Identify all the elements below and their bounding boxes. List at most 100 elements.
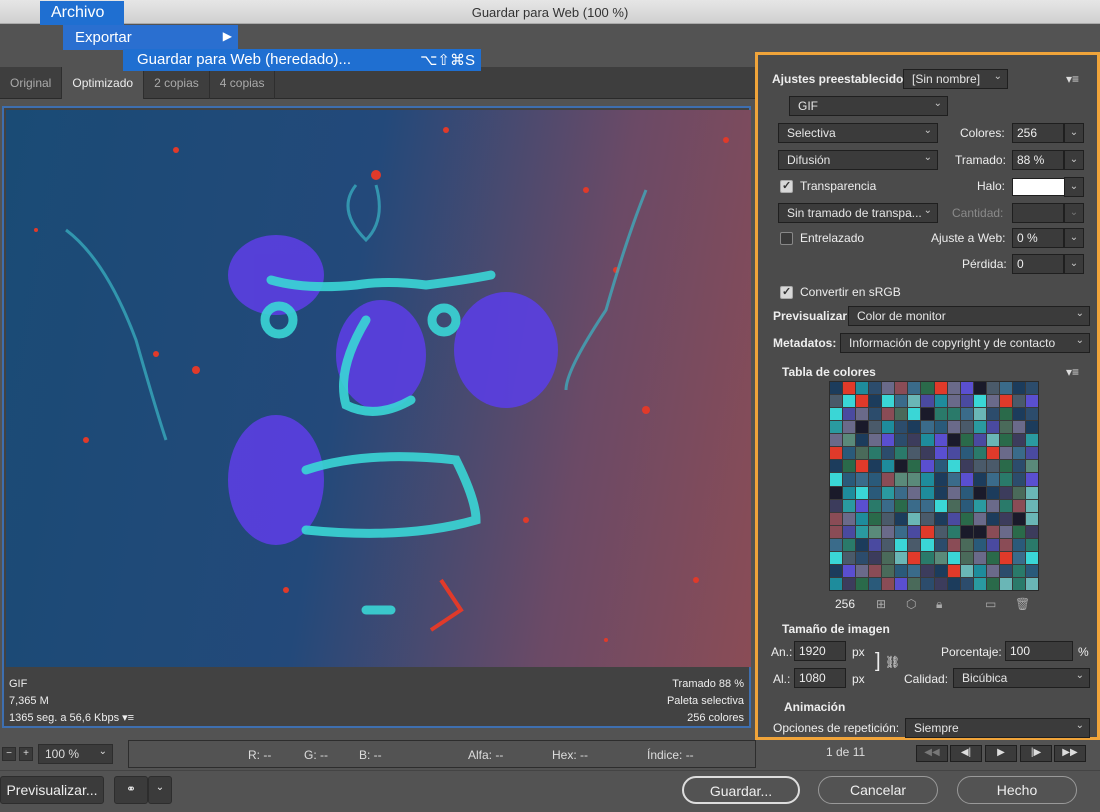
color-swatch[interactable]	[869, 486, 882, 499]
color-swatch[interactable]	[973, 499, 986, 512]
color-swatch[interactable]	[934, 512, 947, 525]
menu-icon[interactable]: ▾≡	[122, 712, 134, 724]
color-swatch[interactable]	[947, 525, 960, 538]
color-swatch[interactable]	[856, 421, 869, 434]
matte-chevron-icon[interactable]: ⌄	[1064, 177, 1084, 197]
color-swatch[interactable]	[960, 421, 973, 434]
color-swatch[interactable]	[869, 460, 882, 473]
play-icon[interactable]: ▶	[985, 745, 1017, 762]
color-swatch[interactable]	[908, 499, 921, 512]
color-swatch[interactable]	[1025, 460, 1038, 473]
menu-archivo[interactable]: Archivo	[40, 1, 124, 25]
color-swatch[interactable]	[973, 486, 986, 499]
color-swatch[interactable]	[986, 525, 999, 538]
color-swatch[interactable]	[1012, 395, 1025, 408]
color-swatch[interactable]	[973, 408, 986, 421]
percent-field[interactable]: 100	[1005, 641, 1073, 661]
color-swatch[interactable]	[830, 434, 843, 447]
color-swatch[interactable]	[882, 460, 895, 473]
color-swatch[interactable]	[973, 564, 986, 577]
link-icon[interactable]: ⛓︎	[885, 655, 900, 669]
color-swatch[interactable]	[960, 486, 973, 499]
color-swatch[interactable]	[1025, 382, 1038, 395]
color-swatch[interactable]	[960, 460, 973, 473]
zoom-out-icon[interactable]: −	[2, 747, 16, 761]
color-reduction-dropdown[interactable]: Selectiva ⌄	[778, 123, 938, 143]
color-swatch[interactable]	[895, 473, 908, 486]
color-swatch[interactable]	[999, 577, 1012, 590]
color-swatch[interactable]	[908, 564, 921, 577]
color-swatch[interactable]	[999, 447, 1012, 460]
color-swatch[interactable]	[960, 564, 973, 577]
color-swatch[interactable]	[934, 486, 947, 499]
color-swatch[interactable]	[1025, 395, 1038, 408]
color-swatch[interactable]	[882, 434, 895, 447]
color-swatch[interactable]	[947, 434, 960, 447]
color-swatch[interactable]	[869, 551, 882, 564]
color-swatch[interactable]	[960, 408, 973, 421]
color-swatch[interactable]	[843, 577, 856, 590]
color-swatch[interactable]	[895, 499, 908, 512]
color-swatch[interactable]	[947, 538, 960, 551]
color-swatch[interactable]	[908, 551, 921, 564]
color-swatch[interactable]	[830, 512, 843, 525]
color-swatch[interactable]	[882, 473, 895, 486]
color-swatch[interactable]	[986, 577, 999, 590]
color-swatch[interactable]	[1025, 408, 1038, 421]
color-swatch[interactable]	[895, 525, 908, 538]
matte-swatch[interactable]	[1012, 178, 1066, 196]
color-swatch[interactable]	[921, 499, 934, 512]
color-swatch[interactable]	[934, 447, 947, 460]
color-swatch[interactable]	[973, 421, 986, 434]
color-swatch[interactable]	[895, 486, 908, 499]
color-swatch[interactable]	[934, 564, 947, 577]
color-swatch[interactable]	[869, 395, 882, 408]
color-swatch[interactable]	[882, 447, 895, 460]
color-swatch[interactable]	[869, 512, 882, 525]
color-swatch[interactable]	[960, 538, 973, 551]
color-swatch[interactable]	[830, 473, 843, 486]
color-swatch[interactable]	[1025, 473, 1038, 486]
color-swatch[interactable]	[973, 447, 986, 460]
color-swatch[interactable]	[947, 564, 960, 577]
format-dropdown[interactable]: GIF ⌄	[789, 96, 948, 116]
save-button[interactable]: Guardar...	[682, 776, 800, 804]
color-swatch[interactable]	[843, 460, 856, 473]
color-swatch[interactable]	[921, 447, 934, 460]
color-swatch[interactable]	[973, 538, 986, 551]
color-swatch[interactable]	[843, 408, 856, 421]
color-swatch[interactable]	[999, 460, 1012, 473]
interlaced-checkbox[interactable]	[780, 232, 793, 245]
color-swatch[interactable]	[882, 538, 895, 551]
color-swatch[interactable]	[921, 512, 934, 525]
color-swatch[interactable]	[1025, 551, 1038, 564]
transparency-checkbox[interactable]	[780, 179, 793, 193]
color-swatch[interactable]	[986, 538, 999, 551]
color-swatch[interactable]	[934, 499, 947, 512]
color-swatch[interactable]	[882, 382, 895, 395]
color-swatch[interactable]	[921, 460, 934, 473]
color-swatch[interactable]	[895, 512, 908, 525]
color-swatch[interactable]	[973, 512, 986, 525]
color-swatch[interactable]	[947, 577, 960, 590]
color-swatch[interactable]	[1012, 512, 1025, 525]
color-swatch[interactable]	[1025, 564, 1038, 577]
color-swatch[interactable]	[843, 564, 856, 577]
color-swatch[interactable]	[1012, 408, 1025, 421]
color-swatch[interactable]	[934, 395, 947, 408]
color-swatch[interactable]	[986, 551, 999, 564]
color-swatch[interactable]	[869, 421, 882, 434]
color-swatch[interactable]	[895, 551, 908, 564]
color-swatch[interactable]	[895, 408, 908, 421]
color-swatch[interactable]	[947, 473, 960, 486]
color-swatch[interactable]	[934, 460, 947, 473]
color-swatch[interactable]	[947, 395, 960, 408]
color-swatch[interactable]	[1025, 447, 1038, 460]
color-swatch[interactable]	[999, 512, 1012, 525]
device-central-icon[interactable]: ⚭	[114, 776, 148, 804]
color-swatch[interactable]	[830, 499, 843, 512]
menu-exportar[interactable]: Exportar ▶	[63, 25, 238, 50]
color-swatch[interactable]	[856, 486, 869, 499]
color-swatch[interactable]	[934, 473, 947, 486]
color-swatch[interactable]	[1012, 551, 1025, 564]
